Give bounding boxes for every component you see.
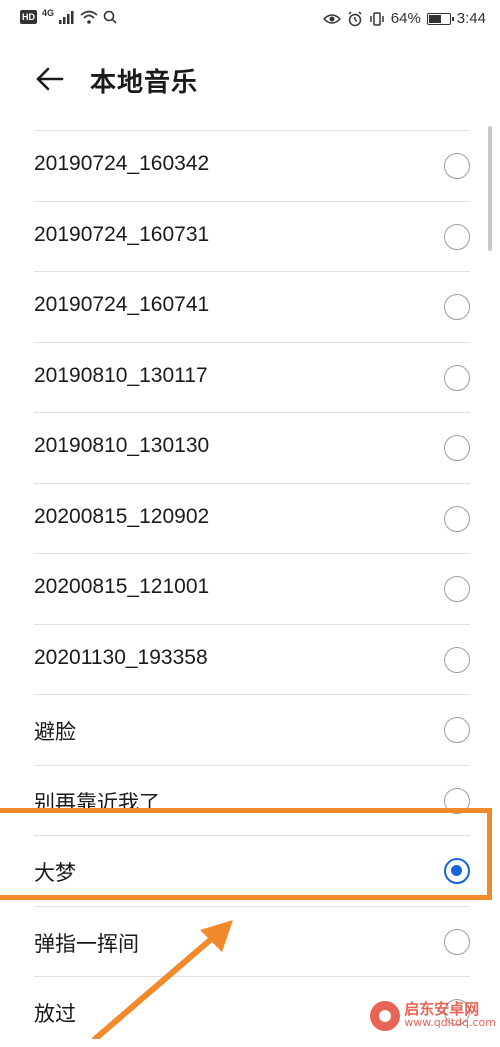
scrollbar[interactable]	[488, 126, 492, 251]
watermark-url: www.qdltdq.com	[404, 1016, 496, 1029]
battery-percent: 64%	[390, 10, 421, 27]
status-right: 64% 3:44	[322, 10, 486, 27]
clock: 3:44	[456, 10, 486, 27]
radio-button[interactable]	[444, 928, 470, 955]
radio-button[interactable]	[444, 505, 470, 532]
song-title: 20200815_121001	[34, 575, 210, 598]
song-title: 20201130_193358	[34, 645, 208, 669]
list-item[interactable]: 20190810_130117	[34, 341, 470, 413]
song-title: 20190724_160741	[34, 293, 210, 316]
vibrate-icon	[370, 11, 384, 26]
song-title: 避脸	[34, 721, 76, 744]
song-title: 20190724_160731	[34, 222, 210, 246]
wifi-icon	[80, 10, 98, 24]
eye-icon	[322, 13, 341, 24]
status-left: HD 4G	[20, 8, 117, 24]
annotation-highlight-box	[0, 808, 492, 900]
song-title: 弹指一挥间	[34, 932, 139, 956]
list-item[interactable]: 20190810_130130	[34, 412, 470, 483]
list-item[interactable]: 20190724_160731	[34, 200, 470, 272]
radio-button[interactable]	[444, 717, 470, 743]
list-item[interactable]: 20190724_160741	[34, 271, 470, 342]
radio-button[interactable]	[444, 153, 470, 179]
battery-fill	[428, 14, 441, 23]
song-title: 20190810_130130	[34, 434, 210, 457]
song-list: 20190724_160342 20190724_160731 20190724_1…	[0, 130, 500, 1047]
battery-icon	[426, 12, 454, 25]
song-title: 20190724_160342	[34, 152, 210, 175]
signal-icon	[59, 11, 74, 24]
radio-button[interactable]	[444, 364, 470, 391]
radio-button[interactable]	[444, 646, 470, 673]
alarm-icon	[348, 10, 362, 26]
radio-button[interactable]	[444, 294, 470, 320]
list-item[interactable]: 避脸	[34, 694, 470, 765]
watermark-title: 启东安卓网	[404, 1000, 480, 1018]
list-item[interactable]: 20190724_160342	[34, 130, 470, 201]
song-title: 20190810_130117	[34, 363, 208, 387]
watermark-logo-icon	[370, 1001, 401, 1031]
arrow-left-icon[interactable]	[34, 63, 66, 95]
radio-button[interactable]	[444, 576, 470, 602]
list-item[interactable]: 20200815_120902	[34, 482, 470, 554]
radio-button[interactable]	[444, 435, 470, 461]
hd-badge: HD	[20, 10, 37, 24]
song-title: 放过	[34, 1003, 76, 1026]
watermark: 启东安卓网 www.qdltdq.com	[370, 1001, 496, 1031]
status-bar: HD 4G 64% 3:44	[0, 0, 500, 40]
watermark-text: 启东安卓网 www.qdltdq.com	[404, 1002, 496, 1030]
page-title: 本地音乐	[90, 68, 199, 98]
song-title: 20200815_120902	[34, 504, 210, 528]
header: 本地音乐	[0, 40, 500, 130]
radio-button[interactable]	[444, 223, 470, 250]
list-item[interactable]: 20200815_121001	[34, 553, 470, 624]
network-type: 4G	[42, 8, 55, 18]
list-item[interactable]: 20201130_193358	[34, 623, 470, 695]
search-icon	[103, 10, 117, 24]
list-item[interactable]: 弹指一挥间	[34, 905, 470, 977]
